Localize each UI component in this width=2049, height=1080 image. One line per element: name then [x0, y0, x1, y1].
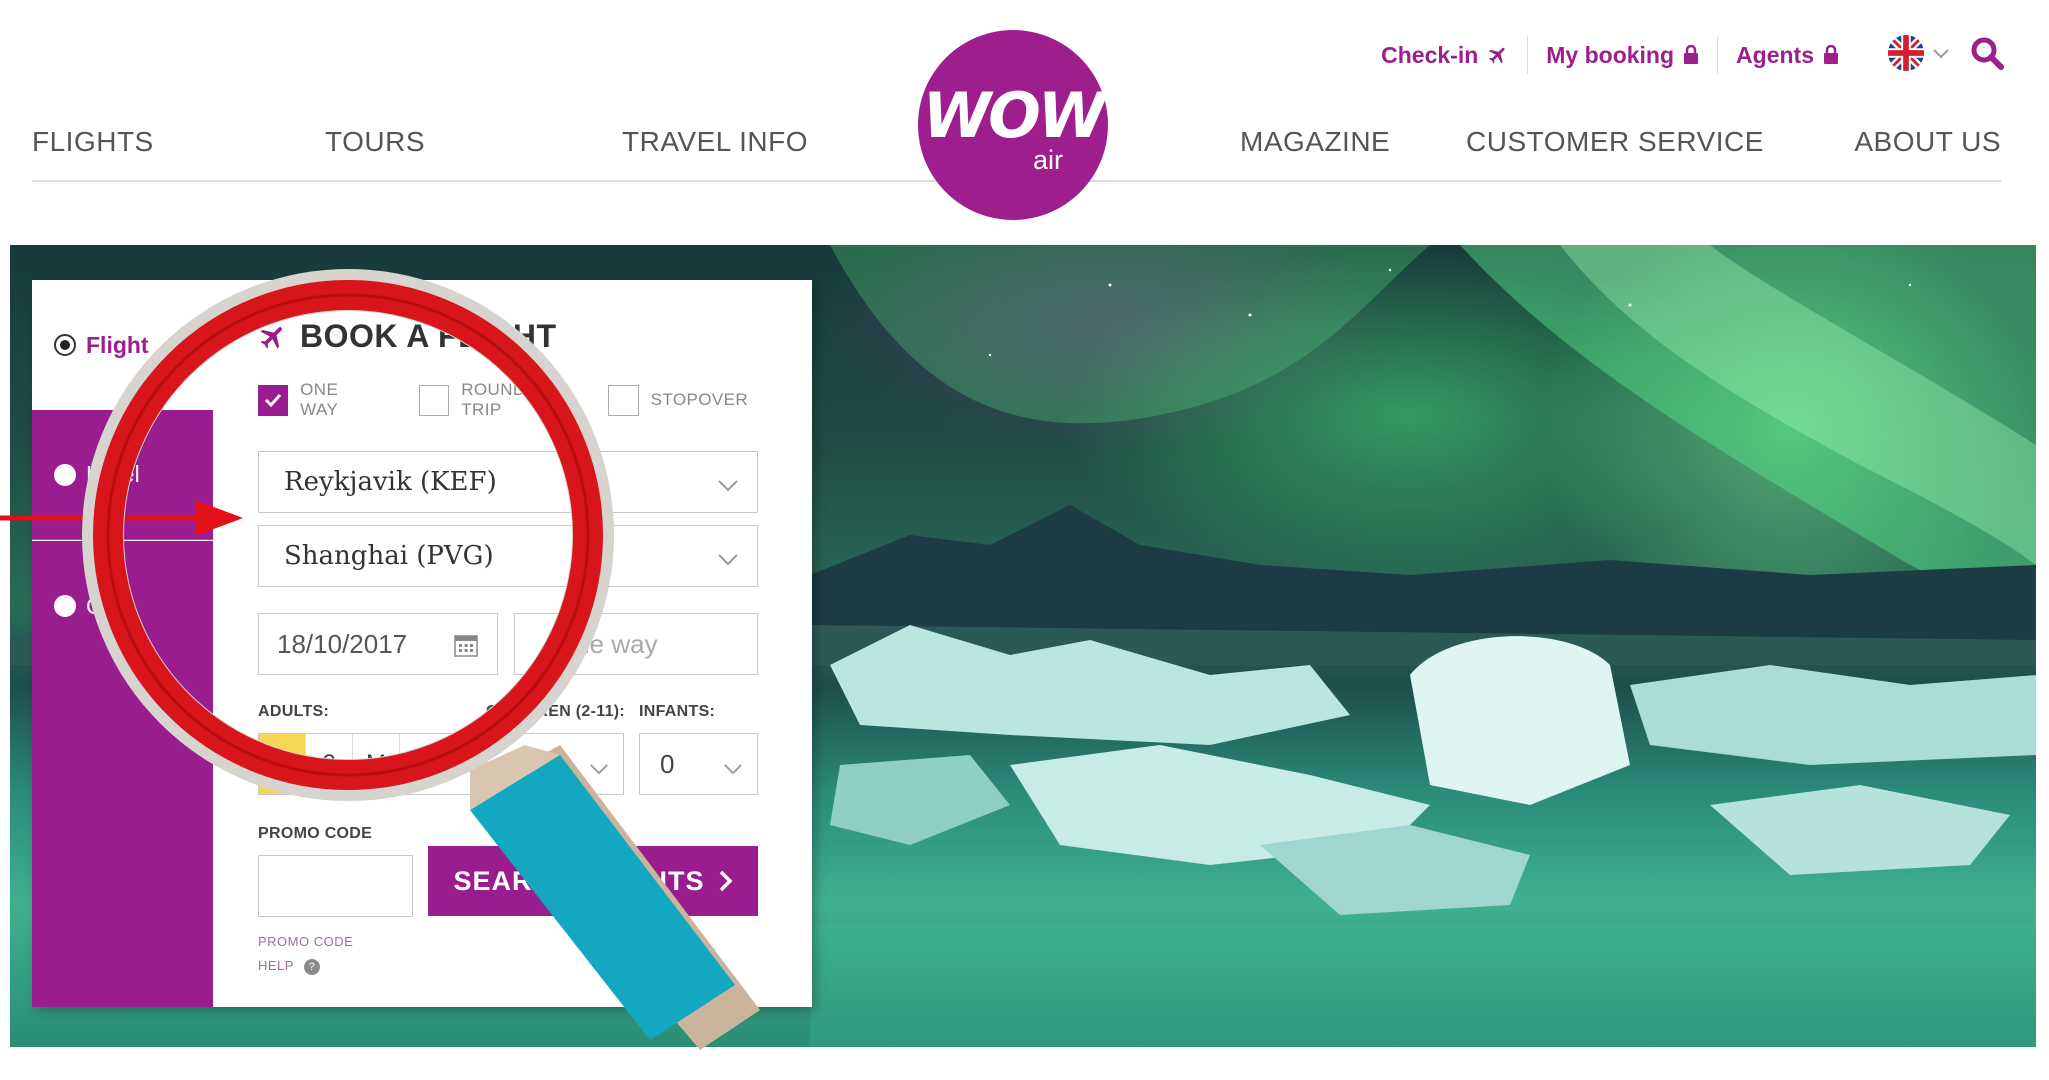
trip-type-options: ONE WAY ROUND TRIP STOPOVER	[258, 380, 788, 420]
round-trip-label: ROUND TRIP	[461, 380, 526, 419]
infants-label: INFANTS:	[639, 703, 716, 720]
search-icon	[1969, 35, 2005, 76]
plane-icon	[258, 322, 288, 352]
my-booking-label: My booking	[1546, 41, 1675, 68]
plane-icon	[1487, 44, 1509, 66]
uk-flag-icon	[1887, 34, 1925, 77]
top-links: Check-in My booking Agents	[1363, 34, 2005, 77]
chevron-down-icon	[589, 752, 609, 783]
return-placeholder: One way	[555, 628, 658, 659]
sidebar-fill	[32, 671, 213, 1007]
tab-hotel-label: Hotel	[86, 461, 140, 487]
adults-selector: 1 2 M	[258, 733, 473, 795]
round-trip-checkbox[interactable]	[419, 384, 450, 416]
promo-help-line1: PROMO CODE	[258, 934, 354, 949]
origin-value: Reykjavik (KEF)	[284, 467, 497, 497]
adults-label: ADULTS:	[258, 703, 330, 720]
one-way-label: ONE WAY	[300, 380, 339, 419]
promo-code-help-link[interactable]: PROMO CODE HELP?	[258, 930, 353, 978]
nav-travel-info[interactable]: TRAVEL INFO	[622, 126, 808, 158]
promo-code-label: PROMO CODE	[258, 825, 373, 842]
nav-customer-service[interactable]: CUSTOMER SERVICE	[1466, 126, 1764, 158]
checkin-label: Check-in	[1381, 41, 1479, 68]
return-date-field[interactable]: One way	[514, 613, 758, 675]
adults-option-more[interactable]: M	[353, 734, 400, 794]
destination-select[interactable]: Shanghai (PVG)	[258, 525, 758, 587]
language-selector[interactable]	[1887, 34, 1949, 77]
adults-option-2[interactable]: 2	[306, 734, 353, 794]
car-radio[interactable]	[54, 595, 76, 617]
booking-widget: Flight Hotel Car BOOK A FLIGHT ONE WAY R…	[32, 280, 812, 1007]
logo-wordmark: WOW	[922, 78, 1106, 152]
tab-hotel[interactable]: Hotel	[32, 410, 213, 540]
flight-form: BOOK A FLIGHT ONE WAY ROUND TRIP STOPOVE…	[258, 280, 788, 1007]
search-button[interactable]	[1969, 35, 2005, 76]
stopover-checkbox[interactable]	[607, 384, 639, 416]
checkin-link[interactable]: Check-in	[1363, 36, 1527, 74]
infants-select[interactable]: 0	[639, 733, 758, 795]
chevron-down-icon	[717, 470, 739, 500]
form-title-text: BOOK A FLIGHT	[300, 318, 557, 354]
tab-car[interactable]: Car	[32, 541, 213, 671]
agents-link[interactable]: Agents	[1717, 36, 1857, 74]
wow-air-logo[interactable]: WOW air	[918, 30, 1108, 220]
agents-label: Agents	[1736, 41, 1814, 68]
hotel-radio[interactable]	[54, 463, 76, 486]
chevron-down-icon	[723, 752, 743, 783]
tab-flight-label: Flight	[86, 331, 149, 358]
one-way-checkbox[interactable]	[258, 384, 289, 416]
nav-flights[interactable]: FLIGHTS	[32, 126, 154, 158]
check-icon	[265, 393, 282, 407]
booking-type-tabs: Flight Hotel Car	[32, 280, 213, 1007]
stopover-option[interactable]: STOPOVER	[607, 384, 748, 416]
destination-value: Shanghai (PVG)	[284, 541, 494, 571]
tab-car-label: Car	[86, 592, 124, 619]
my-booking-link[interactable]: My booking	[1527, 36, 1717, 74]
calendar-icon	[453, 632, 479, 665]
lock-icon	[1683, 45, 1699, 65]
infants-value: 0	[660, 748, 675, 779]
nav-about-us[interactable]: ABOUT US	[1854, 126, 2001, 158]
search-flights-label: SEARCH FLIGHTS	[453, 865, 705, 896]
depart-date-field[interactable]: 18/10/2017	[258, 613, 498, 675]
flight-radio[interactable]	[54, 334, 76, 356]
promo-help-line2: HELP	[258, 958, 294, 973]
stopover-label: STOPOVER	[650, 390, 748, 409]
logo-subtext: air	[1032, 144, 1063, 175]
help-icon: ?	[303, 958, 320, 975]
round-trip-option[interactable]: ROUND TRIP	[419, 380, 568, 420]
nav-tours[interactable]: TOURS	[325, 126, 425, 158]
lock-icon	[1823, 45, 1839, 65]
search-flights-button[interactable]: SEARCH FLIGHTS	[428, 846, 758, 916]
children-select[interactable]: 0	[486, 733, 624, 795]
chevron-down-icon	[717, 544, 739, 574]
chevron-down-icon	[1933, 46, 1949, 64]
children-value: 0	[507, 748, 522, 779]
depart-date-value: 18/10/2017	[277, 628, 408, 659]
adults-option-1[interactable]: 1	[259, 734, 306, 794]
chevron-right-icon	[719, 870, 733, 892]
tab-flight[interactable]: Flight	[32, 280, 213, 410]
children-label: CHILDREN (2-11):	[486, 703, 626, 720]
form-title: BOOK A FLIGHT	[258, 318, 557, 355]
promo-code-input[interactable]	[258, 855, 413, 917]
nav-magazine[interactable]: MAGAZINE	[1240, 126, 1390, 158]
origin-select[interactable]: Reykjavik (KEF)	[258, 451, 758, 513]
one-way-option[interactable]: ONE WAY	[258, 380, 379, 420]
